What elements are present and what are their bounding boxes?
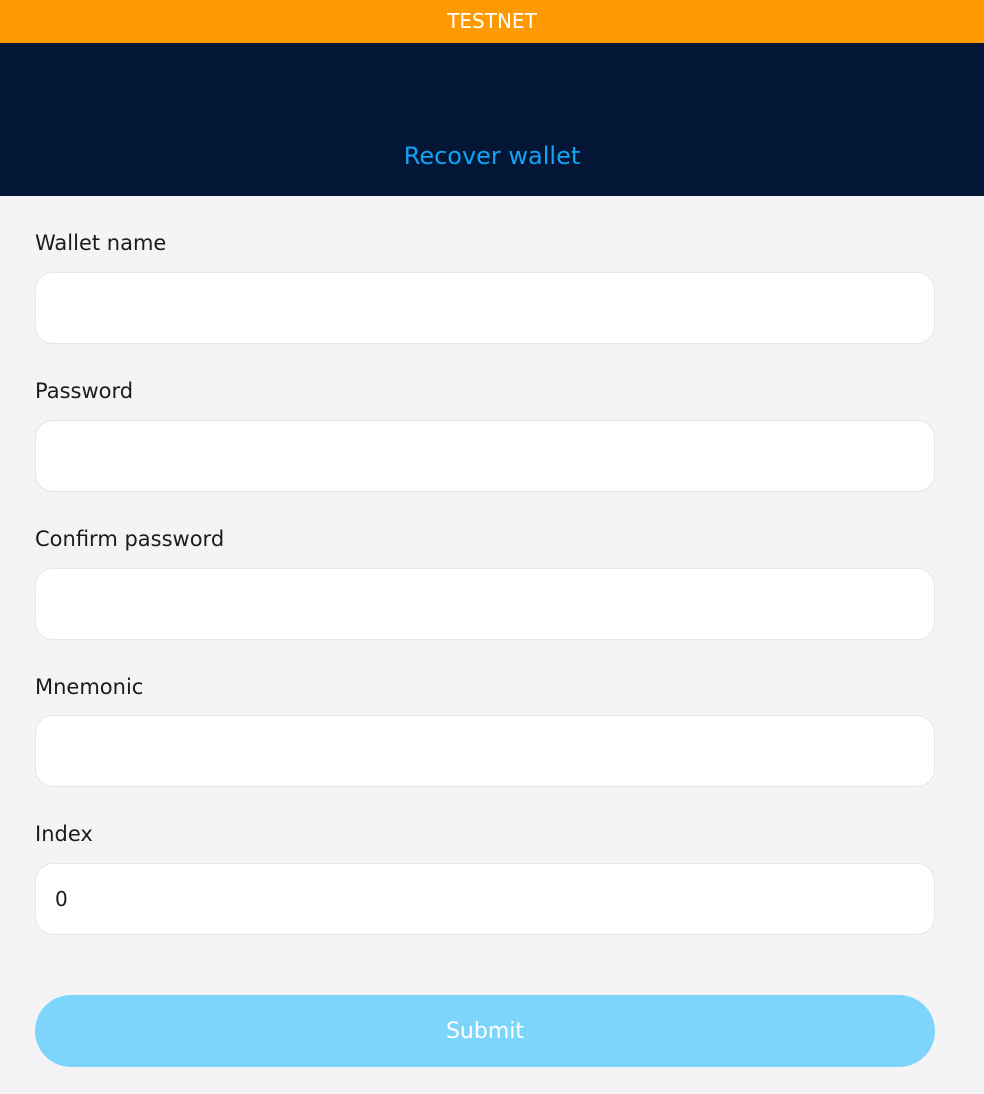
page-title: Recover wallet	[403, 142, 581, 170]
mnemonic-label: Mnemonic	[35, 675, 144, 699]
confirm-password-label: Confirm password	[35, 527, 225, 551]
index-input[interactable]	[35, 863, 935, 935]
wallet-name-input[interactable]	[35, 272, 935, 344]
password-label: Password	[35, 379, 134, 403]
confirm-password-input[interactable]	[35, 568, 935, 640]
page-header: Recover wallet	[0, 43, 984, 196]
submit-button[interactable]: Submit	[35, 995, 935, 1067]
password-input[interactable]	[35, 420, 935, 492]
index-label: Index	[35, 822, 93, 846]
testnet-banner: TESTNET	[0, 0, 984, 43]
mnemonic-input[interactable]	[35, 715, 935, 787]
wallet-name-label: Wallet name	[35, 231, 167, 255]
